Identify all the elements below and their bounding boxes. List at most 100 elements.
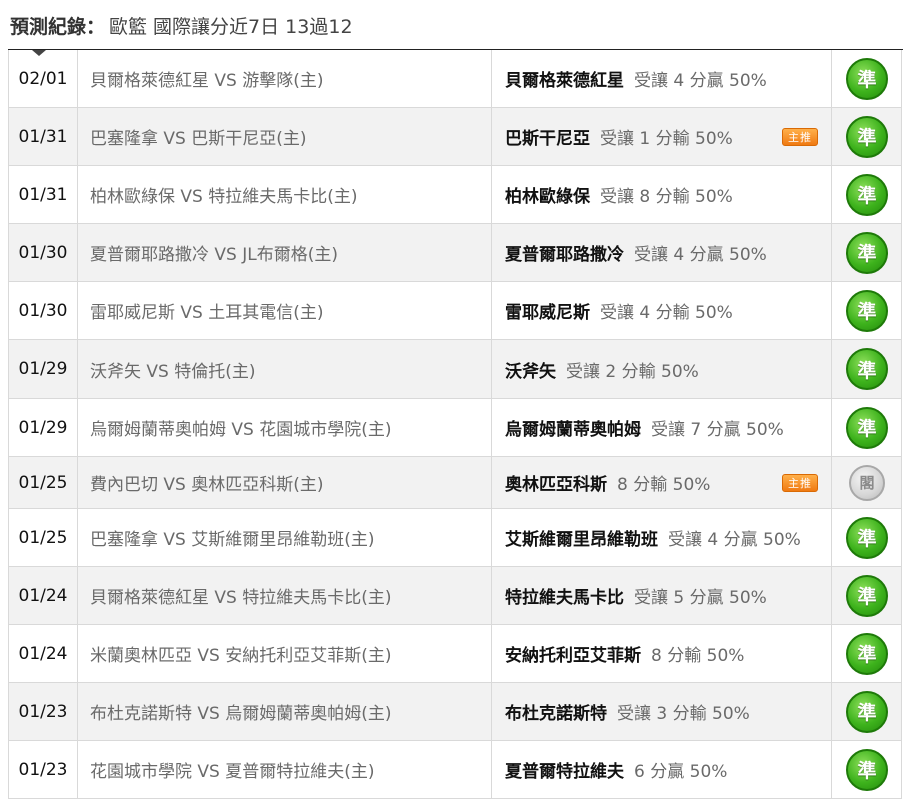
row-date: 01/29 — [9, 399, 78, 456]
pick-odds: 受讓 5 分贏 50% — [634, 588, 767, 608]
row-match: 米蘭奧林匹亞 VS 安納托利亞艾菲斯(主) — [78, 625, 492, 682]
pick-odds: 受讓 1 分輸 50% — [600, 129, 733, 149]
row-match: 沃斧矢 VS 特倫托(主) — [78, 340, 492, 398]
pick-team: 貝爾格萊德紅星 — [505, 71, 624, 91]
result-win-icon: 準 — [846, 690, 888, 733]
row-match: 布杜克諾斯特 VS 烏爾姆蘭蒂奧帕姆(主) — [78, 683, 492, 740]
result-win-icon: 準 — [846, 574, 888, 617]
table-row: 01/23 花園城市學院 VS 夏普爾特拉維夫(主) 夏普爾特拉維夫 6 分贏 50%… — [9, 741, 901, 799]
row-date: 01/30 — [9, 282, 78, 339]
result-win-icon: 準 — [846, 632, 888, 675]
result-win-icon: 準 — [846, 289, 888, 332]
table-row: 01/31 巴塞隆拿 VS 巴斯干尼亞(主) 巴斯干尼亞 受讓 1 分輸 50% 主推 準 — [9, 108, 901, 166]
row-date: 01/23 — [9, 741, 78, 798]
row-pick: 柏林歐綠保 受讓 8 分輸 50% — [492, 166, 832, 223]
row-date: 01/31 — [9, 166, 78, 223]
table-row: 01/31 柏林歐綠保 VS 特拉維夫馬卡比(主) 柏林歐綠保 受讓 8 分輸 50%… — [9, 166, 901, 224]
row-pick: 夏普爾特拉維夫 6 分贏 50% — [492, 741, 832, 798]
result-win-icon: 準 — [846, 748, 888, 791]
result-win-icon: 準 — [846, 57, 888, 100]
row-pick: 特拉維夫馬卡比 受讓 5 分贏 50% — [492, 567, 832, 624]
row-match: 貝爾格萊德紅星 VS 特拉維夫馬卡比(主) — [78, 567, 492, 624]
row-match: 巴塞隆拿 VS 巴斯干尼亞(主) — [78, 108, 492, 165]
featured-pick-badge: 主推 — [782, 127, 818, 146]
result-win-icon: 準 — [846, 231, 888, 274]
row-pick: 艾斯維爾里昂維勒班 受讓 4 分贏 50% — [492, 509, 832, 566]
row-pick: 奧林匹亞科斯 8 分輸 50% 主推 — [492, 457, 832, 508]
pick-odds: 受讓 8 分輸 50% — [600, 187, 733, 207]
pick-team: 烏爾姆蘭蒂奧帕姆 — [505, 420, 641, 440]
row-pick: 巴斯干尼亞 受讓 1 分輸 50% 主推 — [492, 108, 832, 165]
row-result-cell: 閣 — [832, 457, 902, 508]
pick-team: 夏普爾耶路撒冷 — [505, 245, 624, 265]
row-date: 02/01 — [9, 50, 78, 107]
row-result-cell: 準 — [832, 224, 902, 281]
row-match: 花園城市學院 VS 夏普爾特拉維夫(主) — [78, 741, 492, 798]
page-title: 預測紀錄： 歐籃 國際讓分近7日 13過12 — [0, 0, 905, 50]
pick-odds: 受讓 2 分輸 50% — [566, 361, 699, 382]
pick-team: 艾斯維爾里昂維勒班 — [505, 530, 658, 550]
result-win-icon: 準 — [846, 406, 888, 449]
pick-odds: 受讓 7 分贏 50% — [651, 420, 784, 440]
row-date: 01/25 — [9, 509, 78, 566]
row-result-cell: 準 — [832, 509, 902, 566]
pick-odds: 受讓 3 分輸 50% — [617, 704, 750, 724]
featured-pick-badge: 主推 — [782, 473, 818, 492]
pick-odds: 6 分贏 50% — [634, 762, 728, 782]
row-result-cell: 準 — [832, 625, 902, 682]
row-pick: 夏普爾耶路撒冷 受讓 4 分贏 50% — [492, 224, 832, 281]
title-lead: 預測紀錄： — [10, 15, 106, 38]
row-pick: 貝爾格萊德紅星 受讓 4 分贏 50% — [492, 50, 832, 107]
row-result-cell: 準 — [832, 50, 902, 107]
row-match: 烏爾姆蘭蒂奧帕姆 VS 花園城市學院(主) — [78, 399, 492, 456]
row-date: 01/30 — [9, 224, 78, 281]
pick-team: 布杜克諾斯特 — [505, 704, 607, 724]
pick-team: 夏普爾特拉維夫 — [505, 762, 624, 782]
row-result-cell: 準 — [832, 166, 902, 223]
table-row: 01/29 烏爾姆蘭蒂奧帕姆 VS 花園城市學院(主) 烏爾姆蘭蒂奧帕姆 受讓 7 分… — [9, 399, 901, 457]
row-result-cell: 準 — [832, 741, 902, 798]
pick-team: 雷耶威尼斯 — [505, 303, 590, 323]
row-result-cell: 準 — [832, 282, 902, 339]
row-date: 01/29 — [9, 340, 78, 398]
result-win-icon: 準 — [846, 516, 888, 559]
table-row: 01/24 米蘭奧林匹亞 VS 安納托利亞艾菲斯(主) 安納托利亞艾菲斯 8 分輸 5… — [9, 625, 901, 683]
pick-team: 奧林匹亞科斯 — [505, 475, 607, 495]
row-pick: 布杜克諾斯特 受讓 3 分輸 50% — [492, 683, 832, 740]
row-match: 巴塞隆拿 VS 艾斯維爾里昂維勒班(主) — [78, 509, 492, 566]
row-date: 01/24 — [9, 625, 78, 682]
row-match: 柏林歐綠保 VS 特拉維夫馬卡比(主) — [78, 166, 492, 223]
row-match: 雷耶威尼斯 VS 土耳其電信(主) — [78, 282, 492, 339]
row-date: 01/24 — [9, 567, 78, 624]
pick-odds: 受讓 4 分贏 50% — [634, 245, 767, 265]
row-match: 夏普爾耶路撒冷 VS JL布爾格(主) — [78, 224, 492, 281]
row-date: 01/25 — [9, 457, 78, 508]
pick-team: 沃斧矢 — [505, 361, 556, 382]
result-win-icon: 準 — [846, 173, 888, 216]
title-summary: 歐籃 國際讓分近7日 13過12 — [109, 15, 353, 38]
table-row: 01/24 貝爾格萊德紅星 VS 特拉維夫馬卡比(主) 特拉維夫馬卡比 受讓 5 分贏… — [9, 567, 901, 625]
table-row: 01/25 巴塞隆拿 VS 艾斯維爾里昂維勒班(主) 艾斯維爾里昂維勒班 受讓 4 分… — [9, 509, 901, 567]
row-result-cell: 準 — [832, 340, 902, 398]
result-win-icon: 準 — [846, 348, 888, 390]
caret-down-icon — [32, 50, 46, 56]
pick-team: 柏林歐綠保 — [505, 187, 590, 207]
table-row: 01/23 布杜克諾斯特 VS 烏爾姆蘭蒂奧帕姆(主) 布杜克諾斯特 受讓 3 分輸 … — [9, 683, 901, 741]
row-result-cell: 準 — [832, 683, 902, 740]
pick-odds: 受讓 4 分贏 50% — [668, 530, 801, 550]
table-row: 01/30 夏普爾耶路撒冷 VS JL布爾格(主) 夏普爾耶路撒冷 受讓 4 分贏 5… — [9, 224, 901, 282]
row-date: 01/23 — [9, 683, 78, 740]
row-match: 貝爾格萊德紅星 VS 游擊隊(主) — [78, 50, 492, 107]
row-result-cell: 準 — [832, 108, 902, 165]
row-pick: 烏爾姆蘭蒂奧帕姆 受讓 7 分贏 50% — [492, 399, 832, 456]
pick-team: 安納托利亞艾菲斯 — [505, 646, 641, 666]
pick-team: 巴斯干尼亞 — [505, 129, 590, 149]
pick-team: 特拉維夫馬卡比 — [505, 588, 624, 608]
table-row: 01/30 雷耶威尼斯 VS 土耳其電信(主) 雷耶威尼斯 受讓 4 分輸 50% 準 — [9, 282, 901, 340]
row-result-cell: 準 — [832, 567, 902, 624]
prediction-record-table: 02/01 貝爾格萊德紅星 VS 游擊隊(主) 貝爾格萊德紅星 受讓 4 分贏 50%… — [8, 50, 902, 799]
table-row: 02/01 貝爾格萊德紅星 VS 游擊隊(主) 貝爾格萊德紅星 受讓 4 分贏 50%… — [9, 50, 901, 108]
pick-odds: 受讓 4 分輸 50% — [600, 303, 733, 323]
row-pick: 雷耶威尼斯 受讓 4 分輸 50% — [492, 282, 832, 339]
pick-odds: 8 分輸 50% — [651, 646, 745, 666]
